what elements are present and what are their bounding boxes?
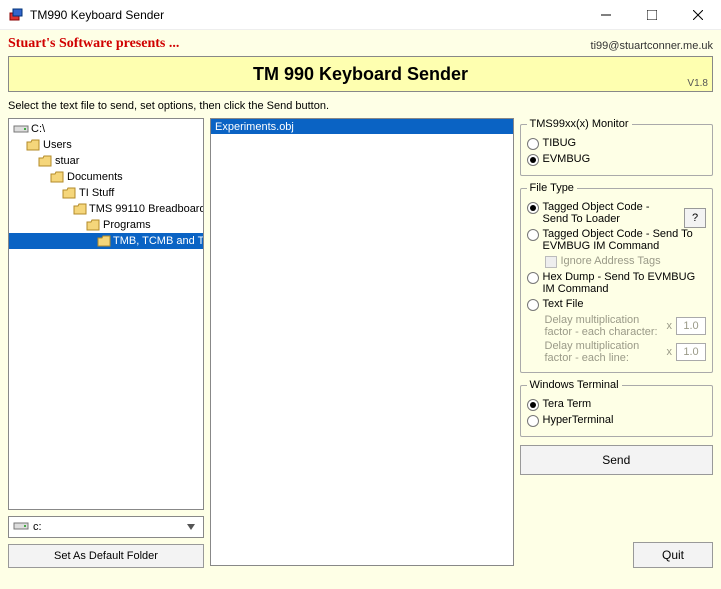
folder-icon: [97, 234, 111, 248]
radio-hex-dump[interactable]: Hex Dump - Send To EVMBUG IM Command: [527, 271, 707, 295]
folder-icon: [37, 154, 53, 168]
delay-char-input[interactable]: 1.0: [676, 317, 706, 335]
tree-item[interactable]: TMS 99110 Breadboard Project: [9, 201, 203, 217]
radio-monitor[interactable]: EVMBUG: [527, 153, 707, 166]
terminal-group: Windows Terminal Tera Term HyperTerminal: [520, 379, 714, 437]
tree-item[interactable]: TI Stuff: [9, 185, 203, 201]
instruction-text: Select the text file to send, set option…: [6, 96, 715, 118]
filetype-group: File Type ? Tagged Object Code - Send To…: [520, 182, 714, 373]
delay-line-label: Delay multiplication factor - each line:: [545, 340, 663, 364]
banner-title: TM 990 Keyboard Sender: [253, 64, 468, 85]
checkbox-icon: [545, 256, 557, 268]
tree-item[interactable]: C:\: [9, 121, 203, 137]
radio-icon: [527, 299, 539, 311]
tree-item-label: Documents: [67, 171, 123, 183]
radio-icon: [527, 415, 539, 427]
radio-monitor[interactable]: TIBUG: [527, 137, 707, 150]
radio-label: HyperTerminal: [543, 414, 614, 426]
folder-icon: [85, 218, 101, 232]
delay-char-row: Delay multiplication factor - each chara…: [545, 314, 707, 338]
radio-terminal[interactable]: HyperTerminal: [527, 414, 707, 427]
radio-icon: [527, 399, 539, 411]
folder-icon: [49, 170, 65, 184]
tree-item[interactable]: Users: [9, 137, 203, 153]
radio-label: Tagged Object Code - Send To Loader: [543, 201, 663, 225]
banner-version: V1.8: [687, 78, 708, 89]
radio-label: Hex Dump - Send To EVMBUG IM Command: [543, 271, 707, 295]
tree-item-label: C:\: [31, 123, 45, 135]
drive-icon: [13, 520, 29, 535]
radio-icon: [527, 272, 539, 284]
x-label: x: [667, 346, 673, 358]
tree-item[interactable]: Programs: [9, 217, 203, 233]
client-area: Stuart's Software presents ... ti99@stua…: [0, 30, 721, 589]
set-default-folder-button[interactable]: Set As Default Folder: [8, 544, 204, 568]
tree-item-label: TMB, TCMB and TSMB Experim: [113, 235, 204, 247]
check-ignore-tags: Ignore Address Tags: [545, 255, 707, 268]
minimize-button[interactable]: [583, 0, 629, 30]
radio-icon: [527, 229, 539, 241]
radio-text-file[interactable]: Text File: [527, 298, 707, 311]
maximize-button[interactable]: [629, 0, 675, 30]
file-list[interactable]: Experiments.obj: [210, 118, 514, 566]
radio-label: Text File: [543, 298, 584, 310]
folder-icon: [13, 122, 29, 136]
drive-combo[interactable]: c:: [8, 516, 204, 538]
titlebar: TM990 Keyboard Sender: [0, 0, 721, 30]
radio-label: EVMBUG: [543, 153, 591, 165]
tree-item[interactable]: Documents: [9, 169, 203, 185]
radio-icon: [527, 202, 539, 214]
tree-item-label: Users: [43, 139, 72, 151]
folder-icon: [61, 186, 77, 200]
radio-tagged-im[interactable]: Tagged Object Code - Send To EVMBUG IM C…: [527, 228, 707, 252]
monitor-group: TMS99xx(x) Monitor TIBUG EVMBUG: [520, 118, 714, 176]
help-label: ?: [692, 212, 698, 224]
contact-email: ti99@stuartconner.me.uk: [591, 40, 713, 52]
drive-label: c:: [33, 521, 42, 533]
radio-terminal[interactable]: Tera Term: [527, 398, 707, 411]
banner: TM 990 Keyboard Sender V1.8: [8, 56, 713, 92]
tree-item[interactable]: stuar: [9, 153, 203, 169]
monitor-legend: TMS99xx(x) Monitor: [527, 118, 632, 130]
folder-tree[interactable]: C:\ Users stuar Documents TI Stuff TMS 99110 …: [8, 118, 204, 510]
delay-line-row: Delay multiplication factor - each line:…: [545, 340, 707, 364]
set-default-folder-label: Set As Default Folder: [54, 550, 158, 562]
filetype-help-button[interactable]: ?: [684, 208, 706, 228]
radio-label: Tera Term: [543, 398, 592, 410]
tree-item-label: stuar: [55, 155, 79, 167]
file-item-label: Experiments.obj: [215, 121, 294, 133]
tree-item-label: TI Stuff: [79, 187, 114, 199]
radio-label: Tagged Object Code - Send To EVMBUG IM C…: [543, 228, 707, 252]
quit-label: Quit: [662, 548, 684, 562]
x-label: x: [667, 320, 673, 332]
folder-icon: [73, 202, 87, 216]
send-button[interactable]: Send: [520, 445, 714, 475]
radio-label: TIBUG: [543, 137, 577, 149]
chevron-down-icon: [183, 521, 199, 533]
radio-icon: [527, 138, 539, 150]
app-icon: [8, 7, 24, 23]
tree-item[interactable]: TMB, TCMB and TSMB Experim: [9, 233, 203, 249]
radio-icon: [527, 154, 539, 166]
quit-button[interactable]: Quit: [633, 542, 713, 568]
delay-char-value: 1.0: [683, 320, 698, 332]
radio-tagged-loader[interactable]: Tagged Object Code - Send To Loader: [527, 201, 707, 225]
delay-char-label: Delay multiplication factor - each chara…: [545, 314, 663, 338]
folder-icon: [25, 138, 41, 152]
delay-line-input[interactable]: 1.0: [676, 343, 706, 361]
delay-line-value: 1.0: [683, 346, 698, 358]
close-button[interactable]: [675, 0, 721, 30]
send-label: Send: [602, 453, 630, 467]
checkbox-label: Ignore Address Tags: [561, 255, 661, 267]
window-title: TM990 Keyboard Sender: [30, 8, 583, 22]
file-item[interactable]: Experiments.obj: [211, 119, 513, 134]
presents-text: Stuart's Software presents ...: [8, 36, 179, 52]
filetype-legend: File Type: [527, 182, 577, 194]
terminal-legend: Windows Terminal: [527, 379, 622, 391]
tree-item-label: TMS 99110 Breadboard Project: [89, 203, 204, 215]
tree-item-label: Programs: [103, 219, 151, 231]
